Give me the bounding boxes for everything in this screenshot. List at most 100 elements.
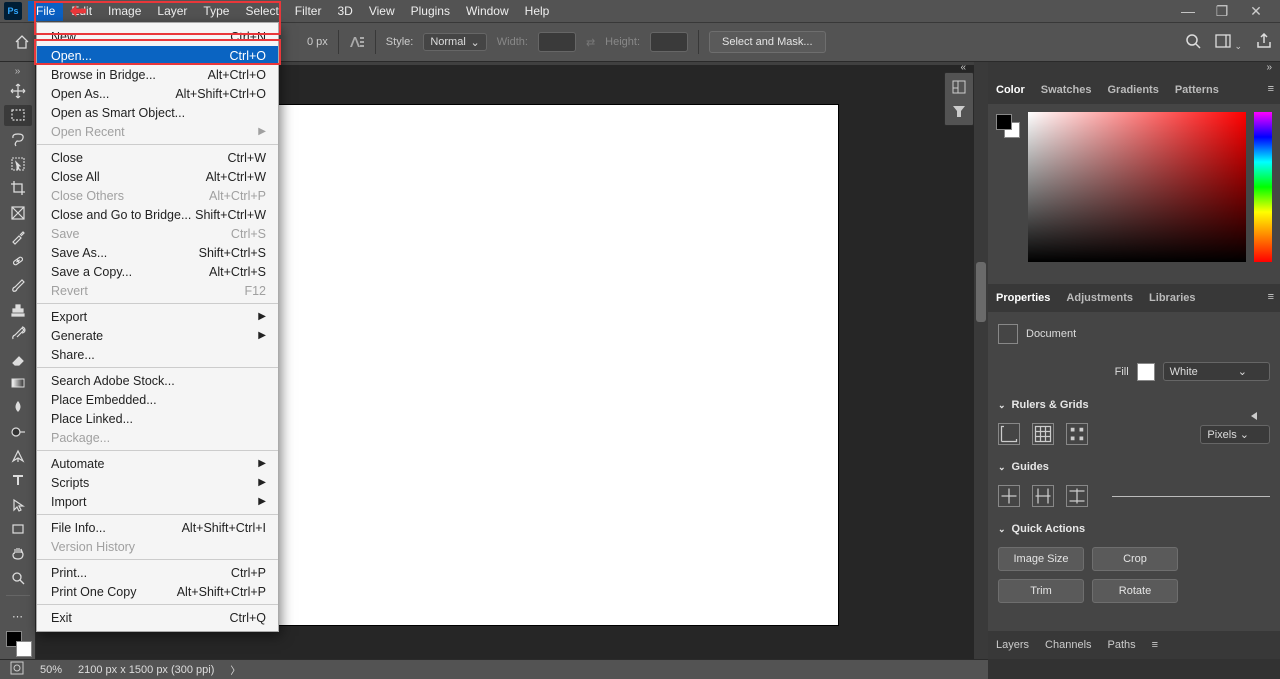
menu-view[interactable]: View [361,1,403,21]
panel-menu-icon[interactable]: ≡ [1152,639,1158,651]
pen-tool[interactable] [4,446,32,466]
path-select-tool[interactable] [4,495,32,515]
ruler-icon[interactable] [998,423,1020,445]
guide-icon-3[interactable] [1066,485,1088,507]
dodge-tool[interactable] [4,422,32,442]
file-menu-print[interactable]: Print...Ctrl+P [37,563,278,582]
shape-tool[interactable] [4,519,32,539]
file-menu-generate[interactable]: Generate▶ [37,326,278,345]
select-and-mask-button[interactable]: Select and Mask... [709,31,826,53]
marquee-tool[interactable] [4,105,32,125]
menu-3d[interactable]: 3D [329,1,360,21]
qa-rotate[interactable]: Rotate [1092,579,1178,603]
tab-libraries[interactable]: Libraries [1149,292,1195,304]
guides-header[interactable]: ⌄Guides [998,455,1270,479]
file-menu-browse-in-bridge[interactable]: Browse in Bridge...Alt+Ctrl+O [37,65,278,84]
quick-actions-header[interactable]: ⌄Quick Actions [998,517,1270,541]
qa-crop[interactable]: Crop [1092,547,1178,571]
gradient-tool[interactable] [4,373,32,393]
fill-select[interactable]: White⌄ [1163,362,1270,381]
fg-bg-swatch[interactable] [996,114,1020,138]
tab-swatches[interactable]: Swatches [1041,84,1092,96]
file-menu-exit[interactable]: ExitCtrl+Q [37,608,278,627]
rulers-grids-header[interactable]: ⌄Rulers & Grids [998,393,1270,417]
edit-toolbar-icon[interactable]: ⋯ [4,607,32,627]
status-flyout-icon[interactable]: 〉 [230,662,240,677]
share-icon[interactable] [1256,33,1272,52]
file-menu-open-as-smart-object[interactable]: Open as Smart Object... [37,103,278,122]
history-brush-tool[interactable] [4,324,32,344]
crop-tool[interactable] [4,178,32,198]
zoom-level[interactable]: 50% [40,664,62,676]
type-tool[interactable] [4,470,32,490]
quickmask-icon[interactable] [10,661,24,678]
file-menu-save-as[interactable]: Save As...Shift+Ctrl+S [37,243,278,262]
tab-patterns[interactable]: Patterns [1175,84,1219,96]
fill-swatch[interactable] [1137,363,1155,381]
eraser-tool[interactable] [4,349,32,369]
menu-layer[interactable]: Layer [149,1,195,21]
menu-filter[interactable]: Filter [287,1,330,21]
tab-color[interactable]: Color [996,84,1025,96]
guide-style[interactable] [1112,496,1270,497]
panel-menu-icon[interactable]: ≡ [1268,291,1274,303]
file-menu-import[interactable]: Import▶ [37,492,278,511]
units-select[interactable]: Pixels ⌄ [1200,425,1270,444]
collapsed-panel[interactable] [944,72,974,126]
stamp-tool[interactable] [4,300,32,320]
healing-tool[interactable] [4,251,32,271]
file-menu-close-and-go-to-bridge[interactable]: Close and Go to Bridge...Shift+Ctrl+W [37,205,278,224]
frame-tool[interactable] [4,203,32,223]
tab-layers[interactable]: Layers [996,639,1029,651]
color-swap[interactable] [4,631,32,659]
move-tool[interactable] [4,81,32,101]
panel-menu-icon[interactable]: ≡ [1268,83,1274,95]
menu-window[interactable]: Window [458,1,517,21]
antialias-icon[interactable] [349,33,365,52]
file-menu-open-as[interactable]: Open As...Alt+Shift+Ctrl+O [37,84,278,103]
tab-adjustments[interactable]: Adjustments [1066,292,1133,304]
object-select-tool[interactable] [4,154,32,174]
tab-gradients[interactable]: Gradients [1107,84,1158,96]
lasso-tool[interactable] [4,130,32,150]
file-menu-share[interactable]: Share... [37,345,278,364]
pixel-grid-icon[interactable] [1066,423,1088,445]
file-menu-open[interactable]: Open...Ctrl+O [37,46,278,65]
menu-file[interactable]: File [28,1,63,21]
file-menu-export[interactable]: Export▶ [37,307,278,326]
collapse-panels-icon[interactable]: » [988,62,1280,76]
zoom-tool[interactable] [4,568,32,588]
style-select[interactable]: Normal ⌄ [423,33,486,51]
tab-paths[interactable]: Paths [1108,639,1136,651]
file-menu-file-info[interactable]: File Info...Alt+Shift+Ctrl+I [37,518,278,537]
file-menu-place-linked[interactable]: Place Linked... [37,409,278,428]
close-button[interactable]: ✕ [1244,3,1268,19]
hue-slider[interactable] [1254,112,1272,262]
tab-channels[interactable]: Channels [1045,639,1091,651]
eyedropper-tool[interactable] [4,227,32,247]
tab-properties[interactable]: Properties [996,292,1050,304]
file-menu-print-one-copy[interactable]: Print One CopyAlt+Shift+Ctrl+P [37,582,278,601]
maximize-button[interactable]: ❐ [1210,3,1234,19]
menu-image[interactable]: Image [100,1,149,21]
file-menu-place-embedded[interactable]: Place Embedded... [37,390,278,409]
menu-type[interactable]: Type [195,1,237,21]
guide-icon-1[interactable] [998,485,1020,507]
file-menu-close-all[interactable]: Close AllAlt+Ctrl+W [37,167,278,186]
qa-trim[interactable]: Trim [998,579,1084,603]
hand-tool[interactable] [4,543,32,563]
brush-tool[interactable] [4,276,32,296]
file-menu-close[interactable]: CloseCtrl+W [37,148,278,167]
file-menu-save-a-copy[interactable]: Save a Copy...Alt+Ctrl+S [37,262,278,281]
menu-help[interactable]: Help [517,1,558,21]
grid-icon[interactable] [1032,423,1054,445]
search-icon[interactable] [1185,33,1201,52]
workspace-icon[interactable]: ⌄ [1215,33,1242,52]
file-menu-new[interactable]: New...Ctrl+N [37,27,278,46]
file-menu-scripts[interactable]: Scripts▶ [37,473,278,492]
file-menu-automate[interactable]: Automate▶ [37,454,278,473]
guide-icon-2[interactable] [1032,485,1054,507]
qa-image-size[interactable]: Image Size [998,547,1084,571]
vertical-scrollbar[interactable] [974,62,988,659]
home-icon[interactable] [8,31,36,53]
